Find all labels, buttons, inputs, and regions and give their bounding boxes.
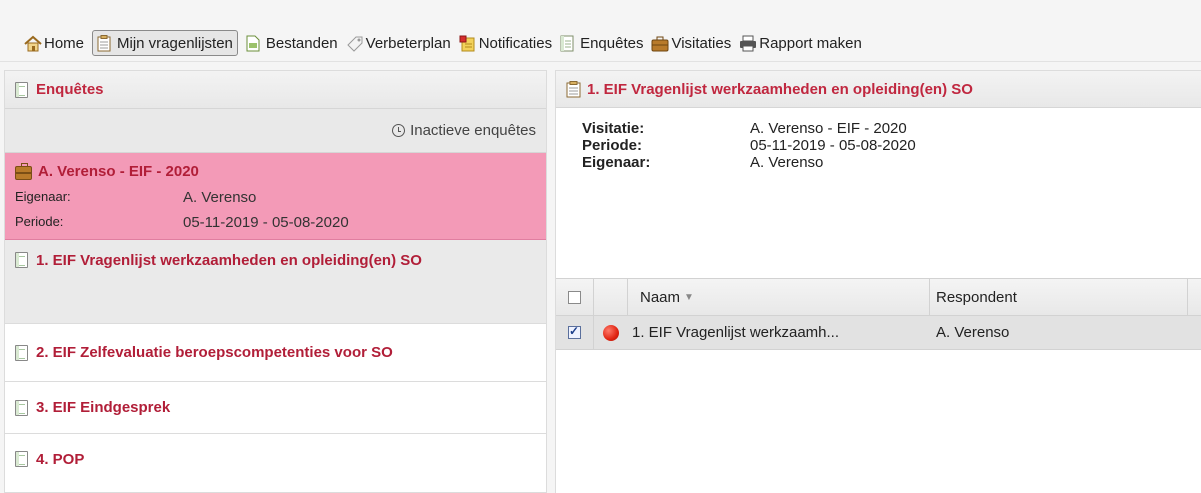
visit-card[interactable]: A. Verenso - EIF - 2020 Eigenaar: A. Ver… <box>5 153 546 240</box>
toolbar-mijn-vragenlijsten-label: Mijn vragenlijsten <box>117 34 233 52</box>
toolbar-mijn-vragenlijsten-button[interactable]: Mijn vragenlijsten <box>92 30 238 56</box>
toolbar-enquetes-label: Enquêtes <box>580 34 644 52</box>
document-icon <box>15 252 28 268</box>
enquetes-panel-title: Enquêtes <box>36 81 104 98</box>
visit-owner-row: Eigenaar: A. Verenso <box>15 189 256 206</box>
row-checkbox-cell <box>556 316 594 349</box>
info-row-periode: Periode: 05-11-2019 - 05-08-2020 <box>582 137 916 154</box>
table-row[interactable]: 1. EIF Vragenlijst werkzaamh... A. Veren… <box>556 316 1201 350</box>
info-value: A. Verenso <box>750 154 824 171</box>
toolbar-home-label: Home <box>44 34 85 52</box>
toolbar-notificaties-button[interactable]: Notificaties <box>457 30 556 56</box>
row-respondent-cell: A. Verenso <box>930 316 1188 349</box>
info-value: A. Verenso - EIF - 2020 <box>750 120 907 137</box>
select-all-checkbox[interactable] <box>568 290 581 304</box>
questionnaire-item-1-label: 1. EIF Vragenlijst werkzaamheden en ople… <box>36 252 422 269</box>
info-value: 05-11-2019 - 05-08-2020 <box>750 137 916 154</box>
grid-header-status-cell <box>594 279 628 315</box>
visit-period-value: 05-11-2019 - 05-08-2020 <box>183 214 349 231</box>
document-icon <box>15 451 28 467</box>
notification-icon <box>459 35 476 52</box>
visit-period-row: Periode: 05-11-2019 - 05-08-2020 <box>15 214 349 231</box>
toolbar-visitaties-button[interactable]: Visitaties <box>649 30 735 56</box>
questionnaire-info: Visitatie: A. Verenso - EIF - 2020 Perio… <box>582 120 916 171</box>
row-checkbox[interactable] <box>568 324 581 339</box>
column-respondent-label: Respondent <box>936 288 1017 306</box>
visit-period-label: Periode: <box>15 214 64 229</box>
toolbar-bestanden-label: Bestanden <box>265 34 338 52</box>
toolbar-verbeterplan-button[interactable]: Verbeterplan <box>344 30 455 56</box>
enquetes-panel: Enquêtes Inactieve enquêtes A. Verenso -… <box>4 70 547 493</box>
questionnaire-detail-panel: 1. EIF Vragenlijst werkzaamheden en ople… <box>555 70 1201 493</box>
visit-title: A. Verenso - EIF - 2020 <box>15 162 546 180</box>
row-status-cell <box>594 316 628 349</box>
info-row-visitatie: Visitatie: A. Verenso - EIF - 2020 <box>582 120 916 137</box>
enquetes-subbar: Inactieve enquêtes <box>5 109 546 153</box>
questionnaire-item-4-label: 4. POP <box>36 450 85 468</box>
detail-panel-header: 1. EIF Vragenlijst werkzaamheden en ople… <box>556 70 1201 108</box>
status-red-dot-icon <box>603 324 619 341</box>
document-icon <box>97 34 114 52</box>
toolbar-rapport-maken-label: Rapport maken <box>759 34 862 52</box>
document-icon <box>15 81 28 98</box>
briefcase-icon <box>651 35 669 52</box>
visit-owner-label: Eigenaar: <box>15 189 71 204</box>
row-respondent: A. Verenso <box>936 324 1010 341</box>
detail-panel-title: 1. EIF Vragenlijst werkzaamheden en ople… <box>587 80 973 98</box>
visit-owner-value: A. Verenso <box>183 189 257 206</box>
file-icon <box>246 35 263 52</box>
info-key: Visitatie: <box>582 120 645 137</box>
column-header-respondent[interactable]: Respondent <box>930 279 1188 315</box>
enquetes-panel-header: Enquêtes <box>5 71 546 109</box>
column-header-extra <box>1188 279 1201 315</box>
document-icon <box>15 344 28 361</box>
questionnaire-item-2[interactable]: 2. EIF Zelfevaluatie beroepscompetenties… <box>5 324 546 382</box>
toolbar-rapport-maken-button[interactable]: Rapport maken <box>737 30 866 56</box>
visit-title-text: A. Verenso - EIF - 2020 <box>38 163 199 180</box>
questionnaire-item-3[interactable]: 3. EIF Eindgesprek <box>5 382 546 434</box>
document-icon <box>560 35 577 52</box>
clock-icon <box>392 124 406 137</box>
row-name-cell: 1. EIF Vragenlijst werkzaamh... <box>628 316 930 349</box>
printer-icon <box>739 35 757 52</box>
grid-header: Naam ▼ Respondent <box>556 278 1201 316</box>
column-header-naam[interactable]: Naam ▼ <box>628 279 930 315</box>
toolbar-enquetes-button[interactable]: Enquêtes <box>558 30 647 56</box>
toolbar: Home Mijn vragenlijsten Bestanden Verbet… <box>0 0 1201 62</box>
info-key: Periode: <box>582 137 643 154</box>
info-key: Eigenaar: <box>582 154 651 171</box>
inactive-enquetes-label: Inactieve enquêtes <box>410 122 536 139</box>
clipboard-icon <box>566 80 581 98</box>
toolbar-visitaties-label: Visitaties <box>671 34 732 52</box>
briefcase-icon <box>15 162 32 180</box>
questionnaire-item-4[interactable]: 4. POP <box>5 434 546 484</box>
tag-icon <box>346 35 363 52</box>
toolbar-bestanden-button[interactable]: Bestanden <box>244 30 342 56</box>
questionnaire-item-2-label: 2. EIF Zelfevaluatie beroepscompetenties… <box>36 344 393 361</box>
toolbar-home-button[interactable]: Home <box>22 30 88 56</box>
document-icon <box>15 399 28 416</box>
row-name: 1. EIF Vragenlijst werkzaamh... <box>632 324 840 341</box>
inactive-enquetes-link[interactable]: Inactieve enquêtes <box>392 122 536 139</box>
column-naam-label: Naam <box>640 288 681 306</box>
info-row-eigenaar: Eigenaar: A. Verenso <box>582 154 916 171</box>
sort-desc-icon: ▼ <box>684 291 694 303</box>
toolbar-notificaties-label: Notificaties <box>478 34 553 52</box>
toolbar-items: Home Mijn vragenlijsten Bestanden Verbet… <box>22 30 868 56</box>
respondent-grid: Naam ▼ Respondent 1. EIF Vragenlijst wer… <box>556 278 1201 493</box>
grid-header-checkbox-cell <box>556 279 594 315</box>
questionnaire-item-1[interactable]: 1. EIF Vragenlijst werkzaamheden en ople… <box>5 240 546 324</box>
home-icon <box>24 35 42 52</box>
toolbar-verbeterplan-label: Verbeterplan <box>365 34 451 52</box>
questionnaire-item-3-label: 3. EIF Eindgesprek <box>36 399 171 416</box>
